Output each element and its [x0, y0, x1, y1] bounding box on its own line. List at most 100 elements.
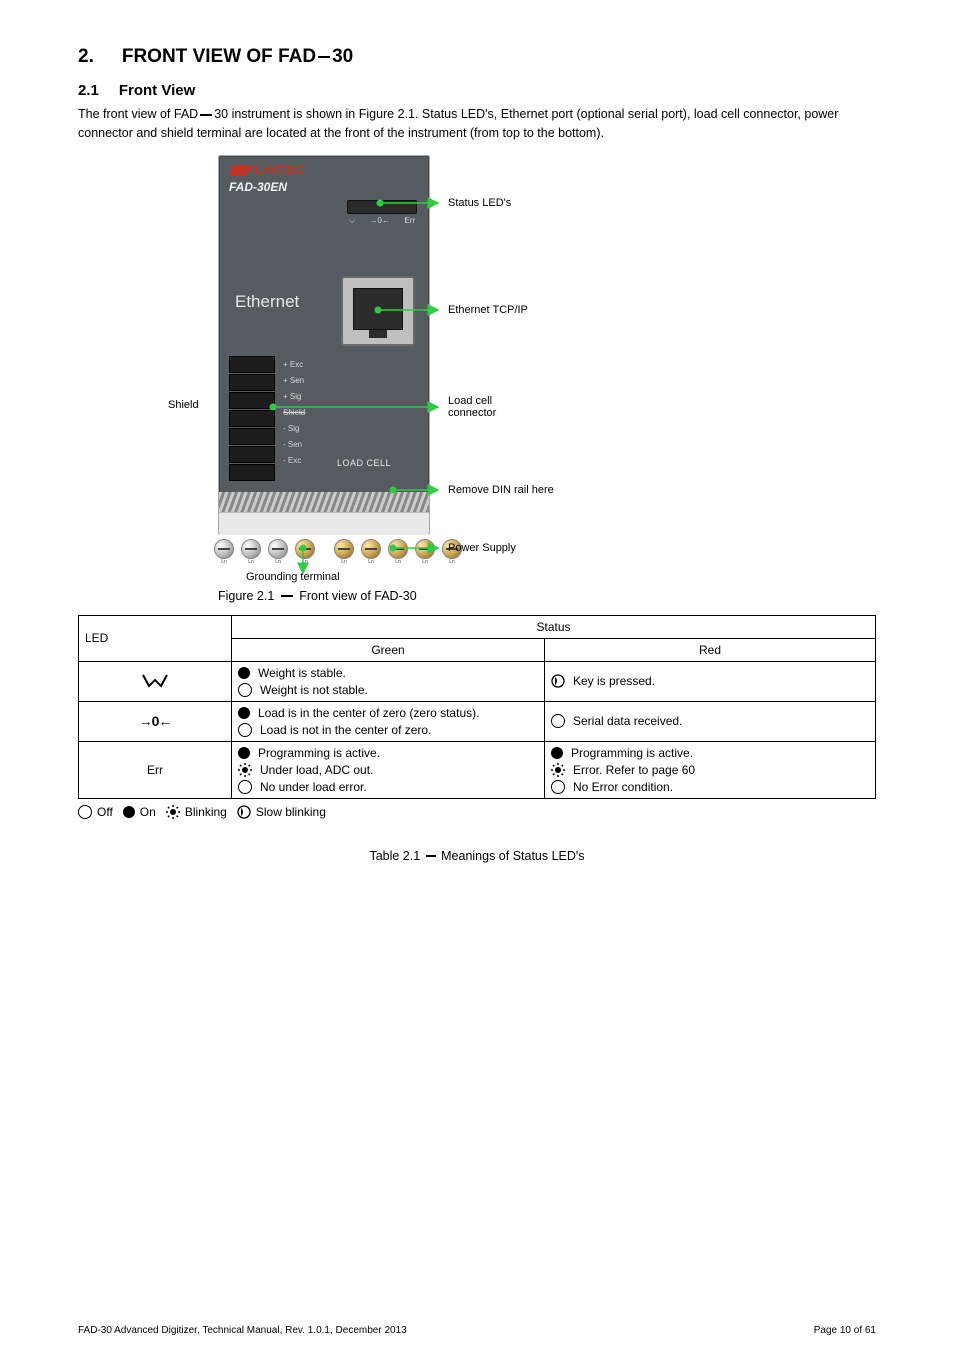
led-label-stable: ⌵	[349, 216, 355, 226]
anno-din-rail: Remove DIN rail here	[448, 484, 554, 496]
figure-front-view: ▮▮▮FLINTEC FAD-30EN ⌵ →0← Err Ethernet	[218, 155, 658, 585]
device-body: ▮▮▮FLINTEC FAD-30EN ⌵ →0← Err Ethernet	[218, 155, 430, 535]
led-off-icon	[238, 780, 252, 794]
figure-caption: Figure 2.1 Front view of FAD-30	[218, 589, 876, 603]
section-heading: 2. FRONT VIEW OF FAD 30	[78, 46, 876, 68]
screw: Ln	[361, 539, 381, 559]
cell-text: Programming is active.	[258, 746, 380, 760]
screw: Ln	[214, 539, 234, 559]
figcap-a: Figure 2.1	[218, 589, 274, 603]
tb-label-sig-minus: - Sig	[283, 421, 305, 437]
subsection-number: 2.1	[78, 82, 99, 99]
led-blink-icon	[166, 805, 180, 819]
led-off-icon	[238, 683, 252, 697]
cell-text: Serial data received.	[573, 714, 682, 728]
status-led-table: LED Status Green Red Weight is stable. W…	[78, 615, 876, 799]
anno-status-leds: Status LED's	[448, 197, 511, 209]
anno-power-supply: Power Supply	[448, 542, 516, 554]
table-row: Err Programming is active. Under load, A…	[79, 741, 876, 798]
page-footer: FAD-30 Advanced Digitizer, Technical Man…	[78, 1325, 876, 1336]
table-row: →0← Load is in the center of zero (zero …	[79, 701, 876, 741]
th-status: Status	[232, 615, 876, 638]
led-on-icon	[123, 806, 135, 818]
led-slow-icon	[551, 674, 565, 688]
tb-label-exc-minus: - Exc	[283, 453, 305, 469]
cell-text: No Error condition.	[573, 780, 673, 794]
footer-left: FAD-30 Advanced Digitizer, Technical Man…	[78, 1325, 407, 1336]
section-title-a: FRONT VIEW OF FAD	[122, 46, 316, 67]
table-caption: Table 2.1 Meanings of Status LED's	[78, 849, 876, 863]
device-base	[219, 512, 429, 535]
led-on-icon	[238, 747, 250, 759]
tb-label-exc-plus: + Exc	[283, 357, 305, 373]
cell-text: Load is not in the center of zero.	[260, 723, 431, 737]
cell-text: Programming is active.	[571, 746, 693, 760]
err-label: Err	[147, 763, 163, 777]
model-label: FAD-30EN	[229, 180, 287, 194]
led-off-icon	[78, 805, 92, 819]
table-row: Weight is stable. Weight is not stable. …	[79, 661, 876, 701]
screw: Ln	[334, 539, 354, 559]
anno-loadcell-connector: Load cell connector	[448, 395, 496, 419]
cell-text: Key is pressed.	[573, 674, 655, 688]
led-label-err: Err	[404, 216, 415, 226]
th-green: Green	[232, 638, 545, 661]
section-number: 2.	[78, 46, 94, 68]
load-cell-terminal-block	[229, 356, 275, 482]
legend-blink: Blinking	[185, 805, 227, 819]
legend-on: On	[140, 805, 156, 819]
dash-glyph	[281, 595, 293, 597]
screw: Ln	[388, 539, 408, 559]
led-slow-icon	[237, 805, 251, 819]
led-on-icon	[238, 707, 250, 719]
led-on-icon	[551, 747, 563, 759]
para-part-a: The front view of FAD	[78, 107, 198, 121]
dash-glyph	[426, 855, 436, 857]
dash-glyph	[318, 56, 330, 58]
legend-off: Off	[97, 805, 113, 819]
load-cell-silkscreen: LOAD CELL	[337, 458, 391, 468]
center-zero-icon: →0←	[139, 713, 172, 729]
led-legend: Off On Blinking Slow blinking	[78, 805, 876, 819]
tb-label-sen-plus: + Sen	[283, 373, 305, 389]
anno-grounding-terminal: Grounding terminal	[246, 571, 340, 583]
screw: Ln	[415, 539, 435, 559]
front-view-paragraph: The front view of FAD30 instrument is sh…	[78, 105, 876, 143]
cell-text: Load is in the center of zero (zero stat…	[258, 706, 479, 720]
led-blink-icon	[551, 763, 565, 777]
ethernet-label: Ethernet	[235, 292, 299, 312]
screw: Ln	[268, 539, 288, 559]
section-title-b: 30	[332, 46, 353, 67]
grounding-screw: Ln	[295, 539, 315, 559]
subsection-title: Front View	[119, 82, 195, 99]
led-label-zero: →0←	[369, 216, 389, 226]
ethernet-port	[341, 276, 415, 346]
status-leds-area: ⌵ →0← Err	[347, 200, 417, 226]
tb-label-sen-minus: - Sen	[283, 437, 305, 453]
brand-logo: ▮▮▮FLINTEC	[229, 162, 305, 178]
device-hatch	[219, 492, 429, 512]
footer-right: Page 10 of 61	[814, 1325, 876, 1336]
terminal-labels: + Exc + Sen + Sig Shield - Sig - Sen - E…	[283, 357, 305, 469]
subsection-heading: 2.1 Front View	[78, 82, 876, 99]
cell-text: Weight is stable.	[258, 666, 346, 680]
led-off-icon	[551, 780, 565, 794]
screw: Ln	[241, 539, 261, 559]
cell-text: No under load error.	[260, 780, 367, 794]
led-off-icon	[238, 723, 252, 737]
led-blink-icon	[238, 763, 252, 777]
anno-ethernet: Ethernet TCP/IP	[448, 304, 528, 316]
tb-label-shield-line: Shield	[283, 405, 305, 421]
cell-text: Weight is not stable.	[260, 683, 368, 697]
cell-text: Under load, ADC out.	[260, 763, 373, 777]
figcap-b: Front view of FAD-30	[296, 589, 417, 603]
led-on-icon	[238, 667, 250, 679]
legend-slow: Slow blinking	[256, 805, 326, 819]
stable-icon	[142, 674, 168, 688]
anno-shield-label: Shield	[168, 399, 199, 411]
cell-text: Error. Refer to page 60	[573, 763, 695, 777]
dash-glyph	[200, 114, 212, 116]
th-led: LED	[79, 615, 232, 661]
power-terminal-row: Ln Ln Ln Ln Ln Ln Ln Ln Ln	[214, 539, 469, 559]
th-red: Red	[545, 638, 876, 661]
